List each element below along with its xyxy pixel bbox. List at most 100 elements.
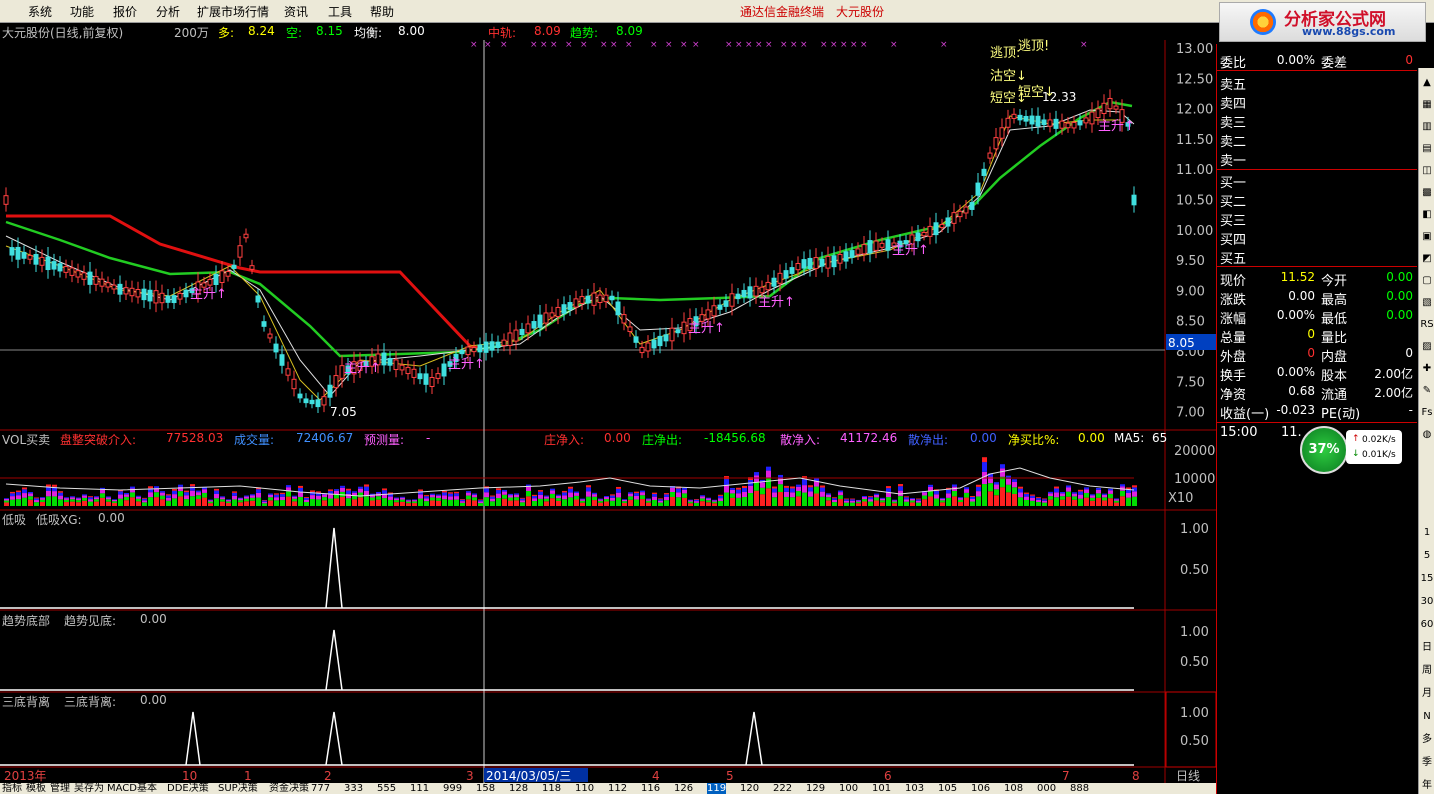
bottom-tab[interactable]: 119 [707,783,727,794]
bottom-tab[interactable]: 103 [905,783,924,794]
period-button[interactable]: 月 [1420,687,1434,701]
volume-bar [880,500,885,503]
up-arrow-icon: ↑ [1352,434,1360,444]
toolbar-icon[interactable]: ▧ [1420,296,1434,310]
upload-speed: 0.02K/s [1362,435,1396,445]
toolbar-icon[interactable]: ▢ [1420,274,1434,288]
toolbar-icon[interactable]: ✚ [1420,362,1434,376]
toolbar-icon[interactable]: ▥ [1420,120,1434,134]
volume-bar [970,499,975,502]
toolbar-icon[interactable]: ✎ [1420,384,1434,398]
toolbar-icon[interactable]: ▩ [1420,186,1434,200]
toolbar-icon[interactable]: RS [1420,318,1434,332]
candle [1071,121,1077,129]
volume-bar [994,489,999,496]
volume-bar [238,502,243,506]
period-button[interactable]: 1 [1420,526,1434,540]
volume-bar [880,498,885,501]
bottom-tab[interactable]: 333 [344,783,363,794]
toolbar-icon[interactable]: ▤ [1420,142,1434,156]
candle [495,341,501,348]
bottom-tab[interactable]: 管理 [50,783,70,794]
bottom-tab[interactable]: 105 [938,783,957,794]
volume-bar [514,494,519,498]
period-button[interactable]: 5 [1420,549,1434,563]
bottom-tab[interactable]: 555 [377,783,396,794]
volume-bar [112,499,117,502]
bottom-tab[interactable]: 999 [443,783,462,794]
toolbar-icon[interactable]: ▲ [1420,76,1434,90]
period-button[interactable]: 周 [1420,664,1434,678]
toolbar-icon[interactable]: ◧ [1420,208,1434,222]
bottom-tab[interactable]: 110 [575,783,594,794]
bottom-tab[interactable]: 128 [509,783,528,794]
volume-bar [754,490,759,506]
candle [837,253,843,264]
bottom-tab[interactable]: 129 [806,783,825,794]
volume-bar [1006,478,1011,485]
bottom-tab[interactable]: 126 [674,783,693,794]
bottom-tab[interactable]: 777 [311,783,330,794]
volume-bar [1030,495,1035,498]
volume-bar [982,484,987,506]
period-button[interactable]: 年 [1420,779,1434,793]
volume-bar [976,491,981,497]
time-value: 11. [1281,425,1302,440]
candle [1095,108,1101,119]
candle [333,375,339,389]
volume-bar [160,499,165,506]
bottom-tab[interactable]: 资金决策 [269,783,309,794]
period-label[interactable]: 日线 [1176,769,1200,783]
period-button[interactable]: N [1420,710,1434,724]
volume-bar [292,501,297,506]
bottom-tab[interactable]: 108 [1004,783,1023,794]
toolbar-icon[interactable]: ◩ [1420,252,1434,266]
volume-bar [64,502,69,506]
period-button[interactable]: 30 [1420,595,1434,609]
bottom-tab[interactable]: DDE决策 [167,783,209,794]
volume-bar [928,491,933,497]
bottom-tab[interactable]: 模板 [26,783,46,794]
toolbar-icon[interactable]: ◍ [1420,428,1434,442]
bottom-tab[interactable]: 222 [773,783,792,794]
bottom-tab[interactable]: 101 [872,783,891,794]
candle [651,339,657,349]
bottom-tab[interactable]: 116 [641,783,660,794]
period-button[interactable]: 日 [1420,641,1434,655]
volume-bar [40,502,45,506]
volume-bar [532,500,537,506]
bottom-tab[interactable]: 158 [476,783,495,794]
volume-bar [490,496,495,499]
bottom-tab[interactable]: 112 [608,783,627,794]
volume-bar [232,492,237,496]
volume-bar [88,496,93,498]
toolbar-icon[interactable]: ◫ [1420,164,1434,178]
period-button[interactable]: 多 [1420,733,1434,747]
toolbar-icon[interactable]: ▣ [1420,230,1434,244]
bottom-tab[interactable]: 吴存为 [74,783,104,794]
network-speed-widget[interactable]: 37% ↑ 0.02K/s ↓ 0.01K/s [1300,426,1410,474]
volume-bar [520,497,525,499]
volume-bars [4,457,1137,506]
bottom-tab[interactable]: 888 [1070,783,1089,794]
volume-bar [994,495,999,506]
period-button[interactable]: 15 [1420,572,1434,586]
toolbar-icon[interactable]: ▦ [1420,98,1434,112]
period-button[interactable]: 季 [1420,756,1434,770]
bottom-tab[interactable]: 111 [410,783,429,794]
bottom-tab[interactable]: 指标 [2,783,22,794]
volume-bar [628,492,633,494]
toolbar-icon[interactable]: Fs [1420,406,1434,420]
bottom-tab[interactable]: 118 [542,783,561,794]
bottom-tab[interactable]: 000 [1037,783,1056,794]
period-button[interactable]: 60 [1420,618,1434,632]
volume-bar [766,470,771,479]
bottom-tab[interactable]: 100 [839,783,858,794]
bottom-tab[interactable]: 106 [971,783,990,794]
bottom-tab[interactable]: MACD基本 [107,783,157,794]
volume-bar [694,499,699,502]
bottom-tab[interactable]: 120 [740,783,759,794]
bottom-tab[interactable]: SUP决策 [218,783,258,794]
toolbar-icon[interactable]: ▨ [1420,340,1434,354]
volume-bar [934,498,939,506]
